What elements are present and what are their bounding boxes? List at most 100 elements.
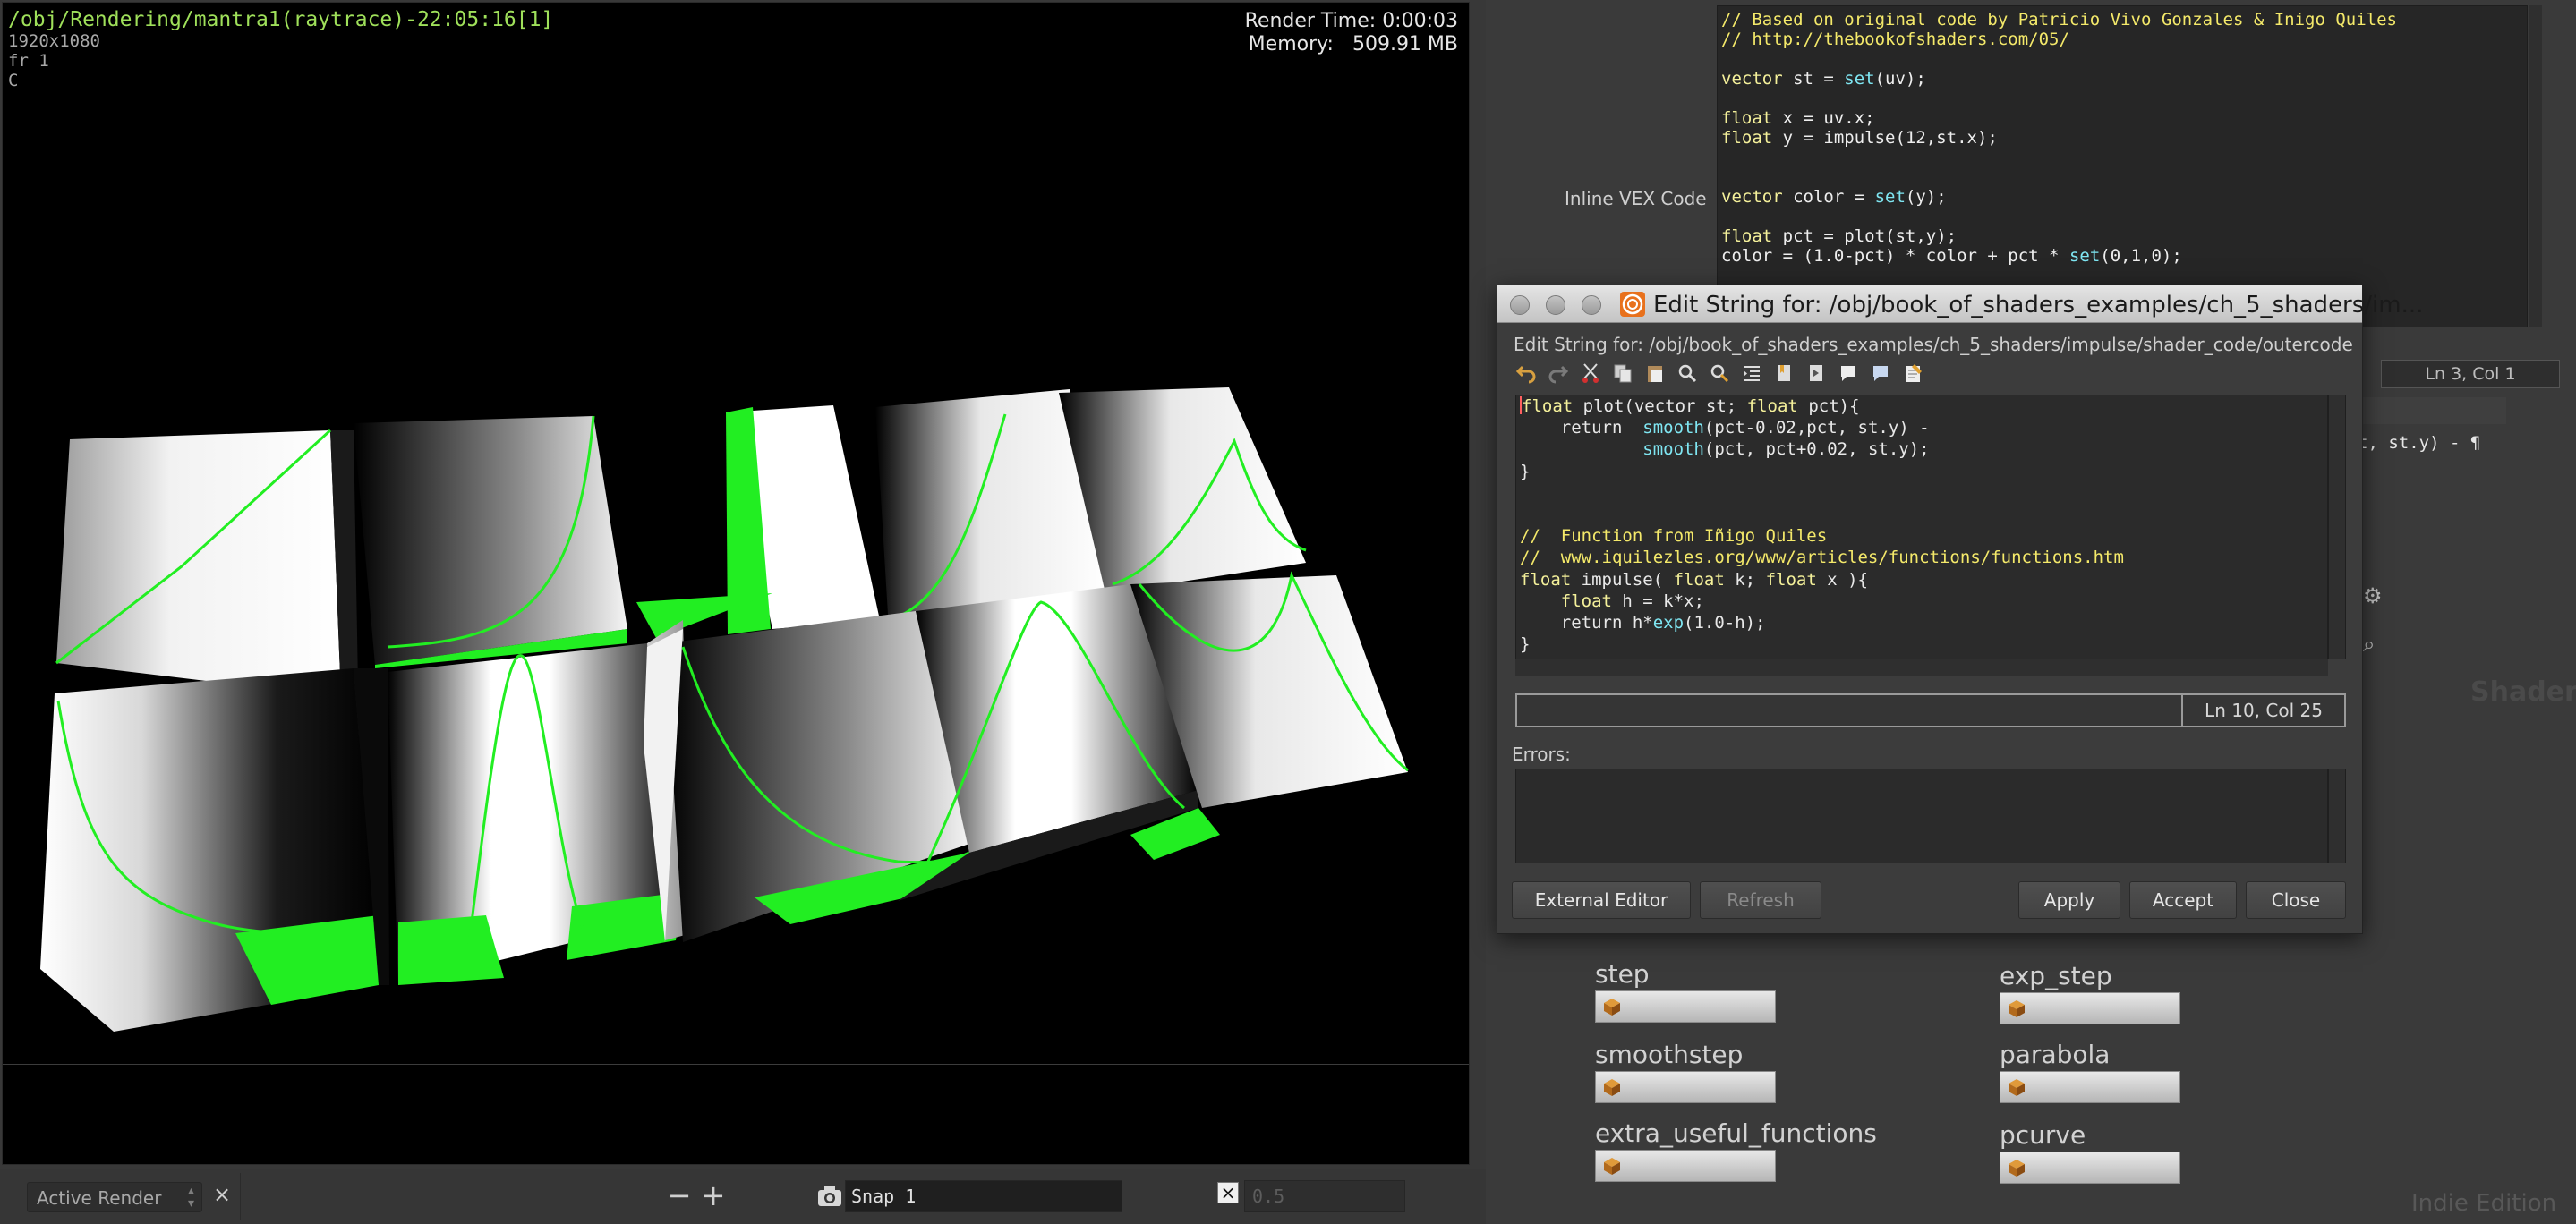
node-label: step [1595, 959, 1650, 989]
code-line: float pct = plot(st,y); [1721, 226, 1957, 246]
replace-icon[interactable] [1707, 362, 1732, 387]
copy-icon[interactable] [1610, 362, 1635, 387]
close-button[interactable]: Close [2246, 881, 2346, 919]
code-token: // Based on original code by Patricio Vi… [1721, 10, 2397, 30]
code-token: x = uv.x; [1772, 108, 1875, 128]
code-token: (pct-0.02,pct, st.y) - [1703, 418, 1930, 438]
viewport-bottom-divider [3, 1064, 1469, 1065]
code-token: (uv); [1874, 69, 1926, 89]
window-close-button[interactable] [1510, 295, 1530, 315]
comment-icon[interactable] [1836, 362, 1861, 387]
code-line: } [1520, 634, 1530, 654]
code-line: float plot(vector st; float pct){ [1520, 396, 1860, 416]
refresh-button[interactable]: Refresh [1700, 881, 1821, 919]
code-line: float y = impulse(12,st.x); [1721, 128, 1998, 148]
network-view-icons[interactable]: ⌕ [2363, 632, 2382, 657]
node-body[interactable] [2000, 992, 2180, 1024]
vop-box-icon [2009, 1079, 2025, 1096]
code-token: x ){ [1816, 569, 1868, 590]
edition-watermark: Indie Edition [2411, 1190, 2557, 1217]
apply-button[interactable]: Apply [2018, 881, 2120, 919]
code-line: // www.iquilezles.org/www/articles/funct… [1520, 548, 2124, 567]
node-body[interactable] [2000, 1152, 2180, 1184]
errors-scrollbar[interactable] [2328, 769, 2346, 863]
render-viewport[interactable]: /obj/Rendering/mantra1(raytrace)-22:05:1… [2, 2, 1470, 1165]
dialog-titlebar[interactable]: Edit String for: /obj/book_of_shaders_ex… [1497, 285, 2423, 323]
inline-vex-code-text: // Based on original code by Patricio Vi… [1718, 6, 2527, 266]
network-node[interactable]: step [1595, 959, 1776, 1023]
node-body[interactable] [1595, 1071, 1776, 1103]
vop-box-icon [2009, 1160, 2025, 1177]
active-render-selector[interactable]: Active Render ▴ ▾ [27, 1182, 202, 1212]
network-node[interactable]: exp_step [2000, 961, 2180, 1024]
accept-button[interactable]: Accept [2129, 881, 2237, 919]
bookmark-icon[interactable] [1771, 362, 1796, 387]
vop-box-icon [1604, 999, 1620, 1016]
editor-status-bar: Ln 10, Col 25 [1515, 693, 2346, 727]
redo-icon[interactable] [1546, 362, 1571, 387]
code-editor-text[interactable]: float plot(vector st; float pct){ return… [1516, 395, 2327, 655]
outer-code-preview: t, st.y) - ¶ [2358, 433, 2481, 453]
indent-icon[interactable] [1739, 362, 1764, 387]
render-time-value: 0:00:03 [1382, 10, 1458, 32]
external-editor-button[interactable]: External Editor [1512, 881, 1691, 919]
code-token: pct = plot(st,y); [1772, 226, 1958, 246]
undo-icon[interactable] [1514, 362, 1539, 387]
code-token: k; [1724, 569, 1766, 590]
node-body[interactable] [1595, 1150, 1776, 1182]
parameter-field[interactable] [2363, 397, 2506, 424]
code-token: float [1721, 108, 1773, 128]
network-node[interactable]: parabola [2000, 1040, 2180, 1103]
code-token: float [1746, 396, 1798, 416]
paste-icon[interactable] [1642, 362, 1668, 387]
compare-toggle-checkbox[interactable]: × [1217, 1182, 1239, 1203]
network-node[interactable]: pcurve [2000, 1120, 2180, 1184]
code-token: h = k*x; [1611, 591, 1704, 611]
code-token: vector [1721, 69, 1783, 89]
inline-vex-code-editor[interactable]: // Based on original code by Patricio Vi… [1717, 5, 2528, 327]
cut-icon[interactable] [1578, 362, 1603, 387]
code-token: exp [1652, 613, 1685, 633]
camera-icon[interactable] [816, 1184, 843, 1209]
code-token: float [1721, 226, 1773, 246]
code-line: vector color = set(y); [1721, 187, 1947, 207]
window-minimize-button[interactable] [1546, 295, 1565, 315]
code-token: // Function from Iñigo Quiles [1520, 526, 1828, 547]
uncomment-icon[interactable] [1868, 362, 1893, 387]
notes-icon[interactable] [1900, 362, 1925, 387]
close-render-button[interactable]: × [209, 1182, 235, 1212]
compare-value-field[interactable]: 0.5 [1244, 1180, 1405, 1212]
editor-vertical-scrollbar[interactable] [2328, 395, 2346, 659]
editor-horizontal-scrollbar[interactable] [1515, 659, 2328, 676]
code-token: set [2068, 246, 2101, 266]
node-body[interactable] [1595, 990, 1776, 1023]
cursor-position-label: Ln 10, Col 25 [2181, 695, 2344, 726]
code-token: float [1522, 396, 1574, 416]
code-token: (0,1,0); [2100, 246, 2182, 266]
zoom-in-button[interactable]: + [700, 1178, 727, 1212]
network-node[interactable]: extra_useful_functions [1595, 1118, 1877, 1182]
zoom-out-button[interactable]: − [666, 1178, 693, 1212]
bookmark-next-icon[interactable] [1804, 362, 1829, 387]
code-editor-scrollbar[interactable] [2529, 5, 2542, 327]
network-node[interactable]: smoothstep [1595, 1040, 1776, 1103]
edit-string-dialog: Edit String for: /obj/book_of_shaders_ex… [1497, 285, 2423, 934]
code-cursor-position: Ln 3, Col 1 [2381, 360, 2560, 388]
snapshot-name-field[interactable]: Snap 1 [845, 1180, 1122, 1212]
network-toolbar-icons[interactable]: ⚙ [2363, 583, 2392, 608]
code-editor[interactable]: float plot(vector st; float pct){ return… [1515, 395, 2328, 659]
window-maximize-button[interactable] [1582, 295, 1601, 315]
node-label: exp_step [2000, 961, 2112, 990]
code-line: vector st = set(uv); [1721, 69, 1926, 89]
code-line: smooth(pct, pct+0.02, st.y); [1520, 439, 1929, 459]
code-token: st = [1782, 69, 1845, 89]
find-icon[interactable] [1675, 362, 1700, 387]
render-image [40, 387, 1409, 1032]
node-body[interactable] [2000, 1071, 2180, 1103]
node-label: parabola [2000, 1040, 2111, 1069]
errors-label: Errors: [1512, 744, 1571, 765]
frame-label: fr 1 [8, 51, 49, 71]
node-label: extra_useful_functions [1595, 1118, 1877, 1148]
code-line: // Function from Iñigo Quiles [1520, 526, 1827, 546]
